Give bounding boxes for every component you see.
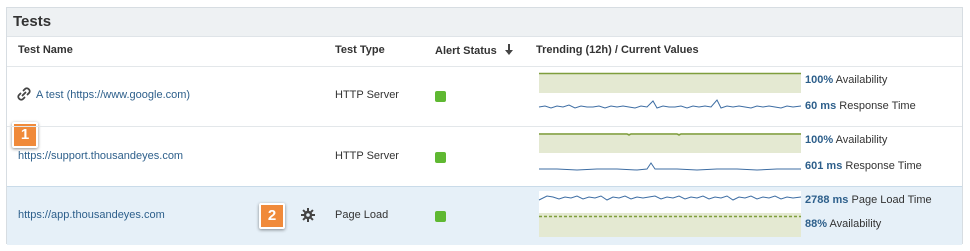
metric-value: 60 ms	[805, 100, 837, 112]
metric-response-time: 60 ms Response Time	[805, 100, 916, 112]
response-time-sparkline[interactable]	[537, 157, 803, 175]
availability-sparkline[interactable]	[537, 213, 803, 237]
test-type: HTTP Server	[335, 89, 399, 101]
table-row[interactable]: https://app.thousandeyes.com 2 Page Load…	[7, 186, 962, 245]
callout-badge-2: 2	[259, 203, 285, 229]
panel-header: Tests	[7, 8, 962, 37]
metric-availability: 100% Availability	[805, 74, 887, 86]
metric-label: Response Time	[845, 160, 922, 172]
table-row[interactable]: https://support.thousandeyes.com HTTP Se…	[7, 126, 962, 187]
metric-value: 601 ms	[805, 160, 843, 172]
alert-status-label: Alert Status	[435, 45, 497, 57]
gear-icon[interactable]	[301, 208, 315, 222]
test-name-link[interactable]: A test (https://www.google.com)	[36, 89, 190, 101]
availability-sparkline[interactable]	[537, 132, 803, 153]
metric-page-load-time: 2788 ms Page Load Time	[805, 194, 932, 206]
column-header-trending[interactable]: Trending (12h) / Current Values	[536, 44, 699, 56]
metric-value: 100%	[805, 134, 834, 146]
alert-status-indicator	[435, 91, 446, 102]
test-name-link[interactable]: https://support.thousandeyes.com	[18, 150, 183, 162]
metric-availability: 88% Availability	[805, 218, 881, 230]
metric-label: Availability	[829, 218, 882, 230]
availability-sparkline[interactable]	[537, 72, 803, 93]
metric-value: 88%	[805, 218, 828, 230]
column-header-alert-status[interactable]: Alert Status	[435, 44, 514, 57]
metric-label: Availability	[835, 74, 888, 86]
metric-label: Availability	[835, 134, 888, 146]
link-icon[interactable]	[16, 86, 32, 102]
response-time-sparkline[interactable]	[537, 97, 803, 115]
metric-value: 2788 ms	[805, 194, 849, 206]
tests-panel: Tests Test Name Test Type Alert Status T…	[6, 7, 963, 245]
page-load-sparkline[interactable]	[537, 191, 803, 213]
panel-title: Tests	[13, 13, 52, 30]
metric-label: Page Load Time	[851, 194, 932, 206]
table-row[interactable]: A test (https://www.google.com) HTTP Ser…	[7, 66, 962, 148]
metric-label: Response Time	[839, 100, 916, 112]
alert-status-indicator	[435, 152, 446, 163]
column-header-test-type[interactable]: Test Type	[335, 44, 385, 56]
test-type: Page Load	[335, 209, 389, 221]
metric-response-time: 601 ms Response Time	[805, 160, 922, 172]
test-name-link[interactable]: https://app.thousandeyes.com	[18, 209, 165, 221]
column-header-test-name[interactable]: Test Name	[18, 44, 73, 56]
metric-value: 100%	[805, 74, 834, 86]
metric-availability: 100% Availability	[805, 134, 887, 146]
test-type: HTTP Server	[335, 150, 399, 162]
alert-status-indicator	[435, 211, 446, 222]
arrow-down-icon	[504, 44, 513, 55]
